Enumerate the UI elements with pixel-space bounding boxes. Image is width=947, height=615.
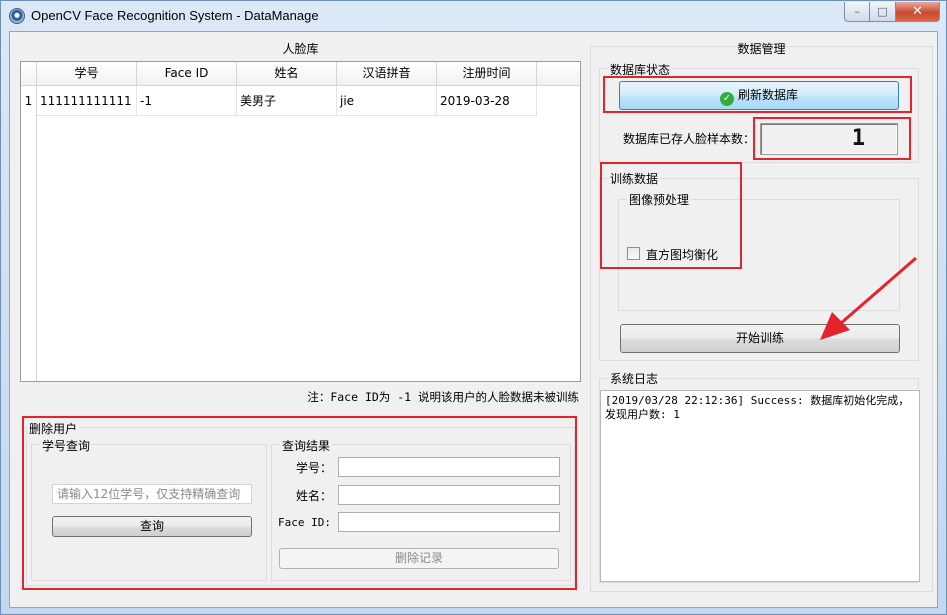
delete-record-button[interactable]: 删除记录 — [279, 548, 559, 569]
column-header-register-time[interactable]: 注册时间 — [437, 62, 537, 86]
student-id-label: 学号： — [296, 461, 333, 475]
annotation-arrow — [820, 256, 917, 340]
column-header-student-id[interactable]: 学号 — [37, 62, 137, 86]
log-title: 系统日志 — [608, 370, 661, 387]
app-window: OpenCV Face Recognition System - DataMan… — [0, 0, 947, 615]
delete-user-group: 删除用户 学号查询 请输入12位学号，仅支持精确查询 查询 查询结果 学号： 姓… — [26, 420, 575, 586]
delete-user-title: 删除用户 — [27, 420, 80, 437]
arrow-shaft — [839, 256, 917, 326]
sample-count-label: 数据库已存人脸样本数： — [623, 132, 756, 146]
query-group-title: 学号查询 — [40, 437, 93, 454]
column-header-name[interactable]: 姓名 — [237, 62, 337, 86]
table-corner[interactable] — [21, 62, 37, 86]
result-group: 查询结果 学号： 姓名： Face ID: 删除记录 — [271, 437, 571, 581]
face-id-note: 注：Face ID为 -1 说明该用户的人脸数据未被训练 — [307, 390, 579, 404]
training-highlight — [600, 162, 742, 269]
sample-count-display: 1 — [760, 123, 898, 155]
table-row[interactable]: 1 111111111111 -1 美男子 jie 2019-03-28 — [21, 86, 537, 116]
face-table[interactable]: 学号 Face ID 姓名 汉语拼音 注册时间 1 111111111111 -… — [20, 61, 581, 382]
system-log[interactable]: [2019/03/28 22:12:36] Success: 数据库初始化完成，… — [600, 390, 920, 582]
column-header-pinyin[interactable]: 汉语拼音 — [337, 62, 437, 86]
check-circle-icon: ✓ — [719, 92, 734, 106]
student-id-input[interactable]: 请输入12位学号，仅支持精确查询 — [52, 484, 252, 504]
result-student-id-field[interactable] — [338, 457, 560, 477]
close-icon: ✕ — [912, 4, 923, 19]
cell-pinyin[interactable]: jie — [337, 86, 437, 116]
face-id-label: Face ID: — [278, 516, 331, 529]
minimize-icon: – — [854, 5, 860, 18]
close-button[interactable]: ✕ — [896, 2, 940, 22]
cell-name[interactable]: 美男子 — [237, 86, 337, 116]
column-header-face-id[interactable]: Face ID — [137, 62, 237, 86]
client-area: 人脸库 学号 Face ID 姓名 汉语拼音 注册时间 1 1111111111… — [9, 31, 938, 608]
minimize-button[interactable]: – — [844, 2, 870, 22]
window-controls: – □ ✕ — [844, 2, 940, 22]
query-button[interactable]: 查询 — [52, 516, 252, 537]
title-bar[interactable]: OpenCV Face Recognition System - DataMan… — [1, 1, 946, 31]
table-header: 学号 Face ID 姓名 汉语拼音 注册时间 — [21, 62, 580, 86]
refresh-db-button[interactable]: ✓ 刷新数据库 — [619, 81, 899, 110]
maximize-icon: □ — [877, 5, 888, 18]
cell-register-time[interactable]: 2019-03-28 — [437, 86, 537, 116]
row-index[interactable]: 1 — [21, 86, 37, 116]
result-name-field[interactable] — [338, 485, 560, 505]
arrow-head — [820, 312, 850, 340]
face-db-title: 人脸库 — [282, 42, 319, 56]
webcam-icon — [9, 8, 25, 24]
maximize-button[interactable]: □ — [870, 2, 896, 22]
cell-face-id[interactable]: -1 — [137, 86, 237, 116]
cell-student-id[interactable]: 111111111111 — [37, 86, 137, 116]
result-group-title: 查询结果 — [280, 437, 333, 454]
row-header-column — [21, 116, 37, 381]
name-label: 姓名： — [296, 489, 333, 503]
data-manage-title: 数据管理 — [737, 42, 786, 56]
query-group: 学号查询 请输入12位学号，仅支持精确查询 查询 — [31, 437, 267, 581]
window-title: OpenCV Face Recognition System - DataMan… — [31, 8, 319, 23]
refresh-db-label: 刷新数据库 — [737, 88, 798, 102]
result-face-id-field[interactable] — [338, 512, 560, 532]
